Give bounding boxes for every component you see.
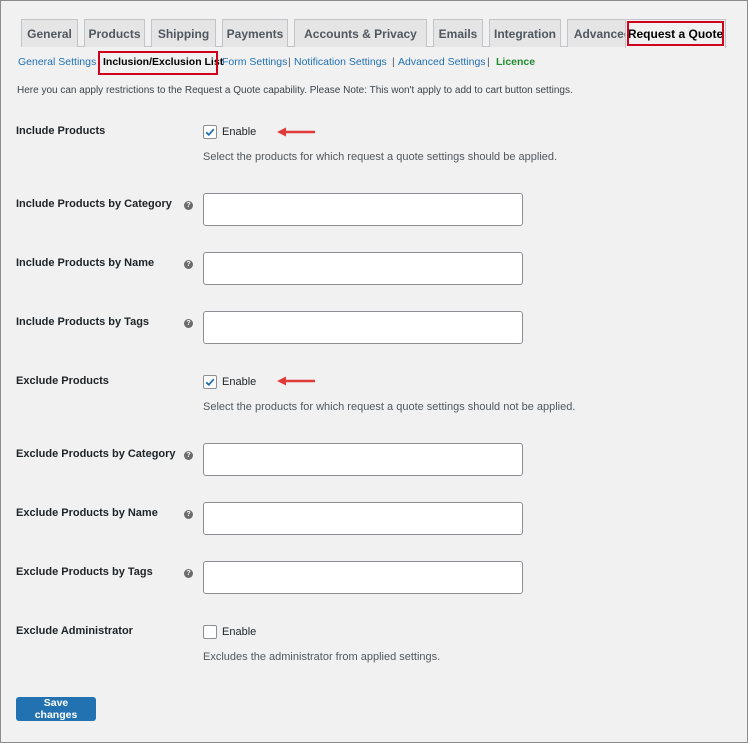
tab-products[interactable]: Products [84,19,145,47]
exclude-category-input[interactable] [203,443,523,476]
subnav-separator: | [392,56,395,68]
settings-window: General Products Shipping Payments Accou… [0,0,748,743]
tab-payments[interactable]: Payments [222,19,288,47]
include-name-input[interactable] [203,252,523,285]
arrow-left-icon [277,376,315,386]
subnav-notification-settings[interactable]: Notification Settings [294,56,387,68]
exclude-administrator-description: Excludes the administrator from applied … [203,651,441,663]
include-tags-label: Include Products by Tags [16,316,150,328]
exclude-tags-label: Exclude Products by Tags [16,566,153,578]
exclude-products-checkbox[interactable] [203,375,217,389]
help-icon[interactable]: ? [184,260,193,269]
exclude-administrator-enable-label: Enable [222,626,257,638]
subnav-general-settings[interactable]: General Settings [18,56,96,68]
subnav-advanced-settings[interactable]: Advanced Settings [398,56,486,68]
help-icon[interactable]: ? [184,451,193,460]
subnav-separator: | [487,56,490,68]
checkmark-icon [205,128,215,137]
tab-integration[interactable]: Integration [489,19,561,47]
exclude-products-description: Select the products for which request a … [203,401,576,413]
include-category-label: Include Products by Category [16,198,172,210]
checkmark-icon [205,378,215,387]
intro-text: Here you can apply restrictions to the R… [17,85,573,96]
subnav-separator: | [288,56,291,68]
include-products-checkbox[interactable] [203,125,217,139]
help-icon[interactable]: ? [184,569,193,578]
help-icon[interactable]: ? [184,319,193,328]
exclude-products-enable-label: Enable [222,376,257,388]
exclude-products-label: Exclude Products [16,375,109,387]
exclude-name-label: Exclude Products by Name [16,507,158,519]
help-icon[interactable]: ? [184,510,193,519]
tab-shipping[interactable]: Shipping [151,19,216,47]
include-name-label: Include Products by Name [16,257,155,269]
subnav-inclusion-exclusion-list[interactable]: Inclusion/Exclusion List [103,56,223,68]
tab-bar: General Products Shipping Payments Accou… [21,19,727,48]
tab-request-a-quote[interactable]: Request a Quote [625,19,726,48]
include-products-description: Select the products for which request a … [203,151,558,163]
subnav-form-settings[interactable]: Form Settings [222,56,287,68]
tab-general[interactable]: General [21,19,78,47]
tab-emails[interactable]: Emails [433,19,483,47]
include-products-enable-label: Enable [222,126,257,138]
exclude-tags-input[interactable] [203,561,523,594]
exclude-administrator-label: Exclude Administrator [16,625,133,637]
exclude-administrator-checkbox[interactable] [203,625,217,639]
save-changes-button[interactable]: Save changes [16,697,96,721]
exclude-name-input[interactable] [203,502,523,535]
include-category-input[interactable] [203,193,523,226]
include-tags-input[interactable] [203,311,523,344]
tab-accounts-privacy[interactable]: Accounts & Privacy [294,19,427,47]
include-products-label: Include Products [16,125,106,137]
arrow-left-icon [277,127,315,137]
exclude-category-label: Exclude Products by Category [16,448,176,460]
subnav-licence[interactable]: Licence [496,56,535,68]
help-icon[interactable]: ? [184,201,193,210]
